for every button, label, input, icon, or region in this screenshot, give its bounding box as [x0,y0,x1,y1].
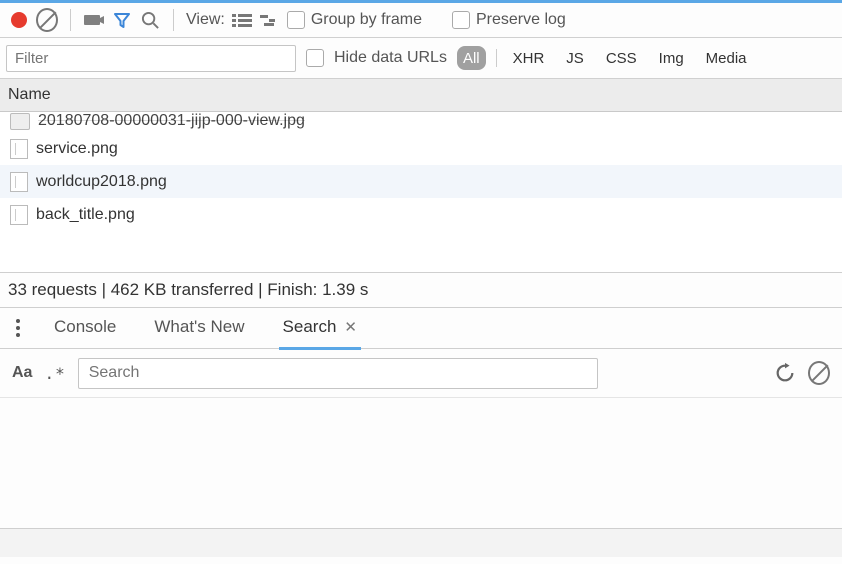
large-rows-icon[interactable] [231,9,253,31]
tab-search[interactable]: Search ✕ [279,307,361,350]
request-list: 20180708-00000031-jijp-000-view.jpg serv… [0,112,842,272]
preserve-log-checkbox[interactable] [452,11,470,29]
search-results [0,398,842,518]
separator [173,9,174,31]
file-generic-icon [10,139,28,159]
table-row[interactable]: 20180708-00000031-jijp-000-view.jpg [0,112,842,132]
drawer-menu-icon[interactable] [16,318,20,338]
file-name: back_title.png [36,206,135,224]
file-name: service.png [36,140,118,158]
search-bar: Aa .* [0,349,842,398]
tab-console[interactable]: Console [50,307,120,350]
network-toolbar: View: Group by frame Preserve log [0,0,842,38]
column-header[interactable]: Name [0,79,842,112]
tab-whats-new[interactable]: What's New [150,307,248,350]
drawer-tabs: Console What's New Search ✕ [0,308,842,349]
search-input[interactable] [78,358,598,389]
filter-toggle-icon[interactable] [111,9,133,31]
table-row[interactable]: back_title.png [0,198,842,231]
file-name: worldcup2018.png [36,173,167,191]
hide-data-urls-label: Hide data URLs [334,49,447,67]
match-case-toggle[interactable]: Aa [12,364,32,382]
table-row[interactable]: worldcup2018.png [0,165,842,198]
file-generic-icon [10,172,28,192]
search-icon[interactable] [139,9,161,31]
type-filter-media[interactable]: Media [700,46,753,70]
clear-button[interactable] [36,9,58,31]
group-by-frame-checkbox[interactable] [287,11,305,29]
record-button[interactable] [8,9,30,31]
bottom-bar [0,528,842,557]
clear-search-button[interactable] [808,362,830,384]
view-label: View: [186,11,225,29]
refresh-button[interactable] [774,362,796,384]
type-filter-js[interactable]: JS [560,46,590,70]
file-name: 20180708-00000031-jijp-000-view.jpg [38,112,305,130]
type-filter-css[interactable]: CSS [600,46,643,70]
capture-screenshots-icon[interactable] [83,9,105,31]
type-filter-img[interactable]: Img [653,46,690,70]
file-generic-icon [10,205,28,225]
status-bar: 33 requests | 462 KB transferred | Finis… [0,272,842,308]
overview-toggle-icon[interactable] [259,9,281,31]
close-tab-icon[interactable]: ✕ [344,318,357,336]
separator [70,9,71,31]
regex-toggle[interactable]: .* [44,364,65,383]
table-row[interactable]: service.png [0,132,842,165]
separator [496,49,497,67]
type-filter-xhr[interactable]: XHR [507,46,551,70]
type-filter-all[interactable]: All [457,46,486,70]
transferred-size: 462 KB transferred [111,280,254,300]
file-image-icon [10,113,30,130]
column-name: Name [8,86,51,104]
hide-data-urls-checkbox[interactable] [306,49,324,67]
group-by-frame-label: Group by frame [311,11,422,29]
requests-count: 33 requests [8,280,97,300]
filter-input[interactable] [6,45,296,72]
filter-bar: Hide data URLs All XHR JS CSS Img Media [0,38,842,79]
finish-time: Finish: 1.39 s [267,280,368,300]
preserve-log-label: Preserve log [476,11,566,29]
